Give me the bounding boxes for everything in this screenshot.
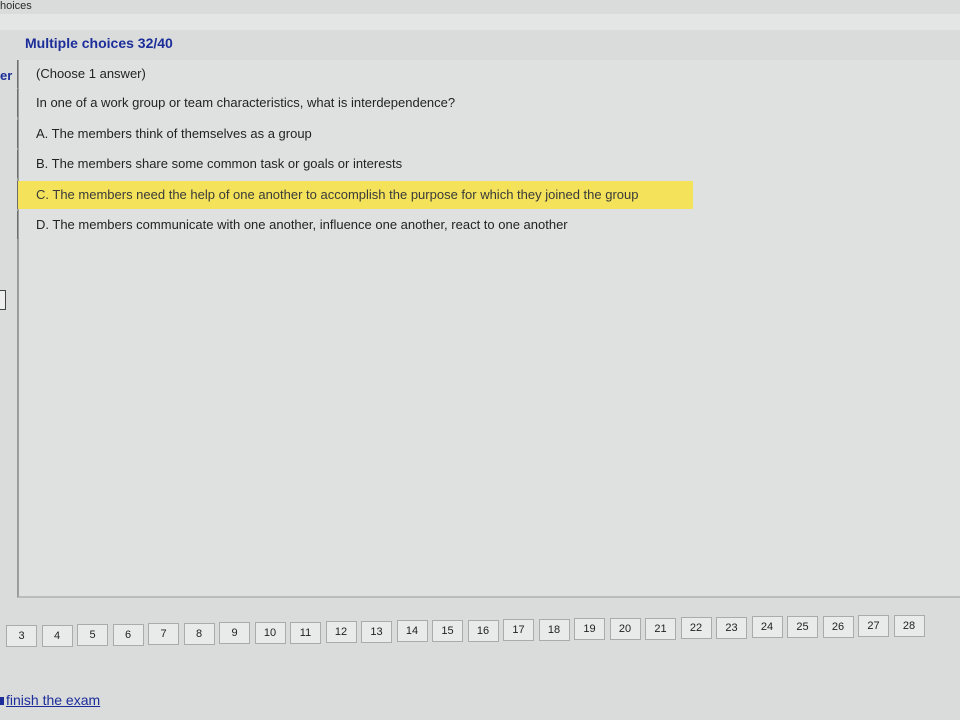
question-number-button[interactable]: 24 (751, 616, 783, 639)
question-number-button[interactable]: 23 (716, 616, 747, 639)
title-strip (0, 14, 960, 30)
question-number-button[interactable]: 22 (680, 617, 712, 640)
question-number-button[interactable]: 3 (6, 624, 37, 647)
question-number-button[interactable]: 20 (609, 617, 641, 640)
question-number-button[interactable]: 21 (645, 617, 676, 640)
question-number-button[interactable]: 7 (148, 623, 179, 646)
question-number-button[interactable]: 17 (503, 619, 534, 642)
side-panel-label: er (0, 68, 13, 83)
question-number-button[interactable]: 14 (396, 620, 428, 643)
footer-bullet (0, 697, 4, 705)
question-number-button[interactable]: 12 (325, 621, 357, 644)
question-number-button[interactable]: 5 (77, 624, 108, 647)
question-number-button[interactable]: 18 (538, 618, 570, 641)
answer-instruction: (Choose 1 answer) (17, 60, 707, 88)
question-number-button[interactable]: 19 (574, 618, 605, 641)
question-number-button[interactable]: 25 (787, 615, 818, 638)
question-number-button[interactable]: 6 (112, 623, 144, 646)
question-number-button[interactable]: 13 (361, 620, 392, 643)
question-number-button[interactable]: 4 (41, 624, 73, 647)
question-number-button[interactable]: 11 (290, 621, 321, 644)
question-number-button[interactable]: 8 (183, 622, 215, 645)
question-number-button[interactable]: 28 (893, 614, 925, 637)
question-text: In one of a work group or team character… (17, 89, 707, 117)
question-number-button[interactable]: 16 (467, 619, 499, 642)
option-c[interactable]: C. The members need the help of one anot… (17, 181, 693, 209)
question-number-button[interactable]: 9 (219, 622, 250, 645)
question-number-button[interactable]: 27 (858, 615, 889, 638)
question-number-button[interactable]: 26 (822, 615, 854, 638)
finish-exam-link[interactable]: finish the exam (6, 692, 100, 708)
window-title: hoices (0, 0, 32, 12)
option-a[interactable]: A. The members think of themselves as a … (17, 120, 707, 148)
question-number-button[interactable]: 10 (254, 622, 286, 645)
question-number-button[interactable]: 15 (432, 620, 463, 643)
option-d[interactable]: D. The members communicate with one anot… (17, 211, 707, 239)
question-navigator: 3 4 5 6 7 8 9 10 11 12 13 14 15 16 17 18 19 20 21 22 23 24 25 2… (0, 600, 960, 647)
question-counter-title: Multiple choices 32/40 (25, 35, 173, 51)
option-b[interactable]: B. The members share some common task or… (17, 150, 707, 178)
side-toggle-handle[interactable] (0, 290, 6, 310)
